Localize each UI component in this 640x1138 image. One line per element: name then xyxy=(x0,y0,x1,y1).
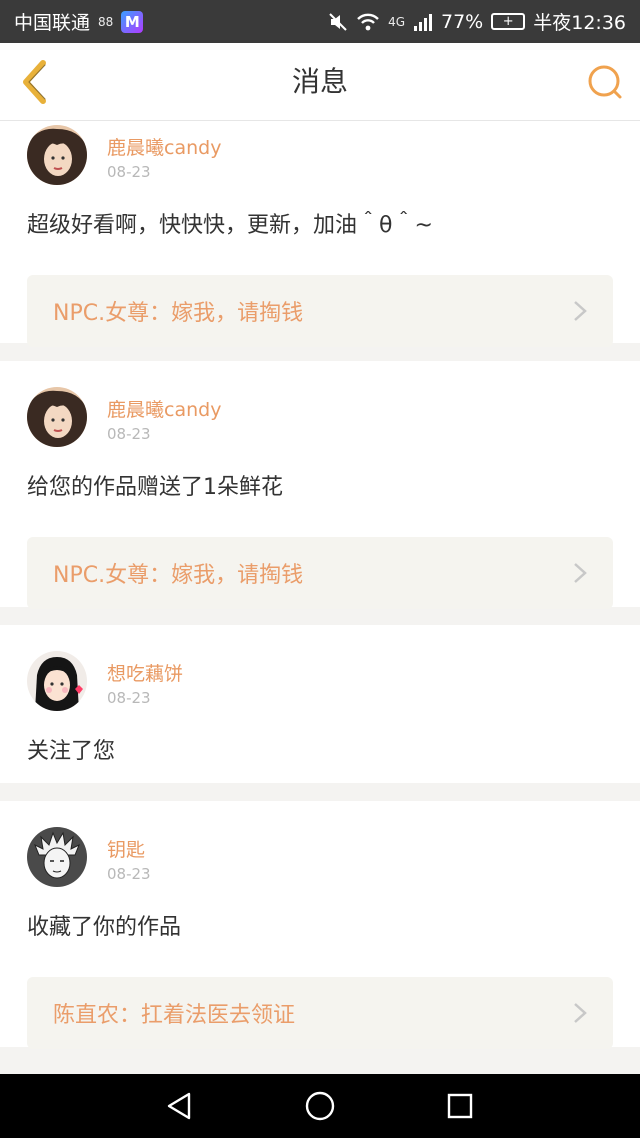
carrier-extra: 88 xyxy=(98,14,114,29)
chevron-right-icon xyxy=(574,563,587,583)
message-feed[interactable]: 鹿晨曦candy 08-23 超级好看啊，快快快，更新，加油＾θ＾~ NPC.女… xyxy=(0,121,640,1074)
avatar[interactable] xyxy=(27,651,87,711)
notification-card: 想吃藕饼 08-23 关注了您 xyxy=(0,625,640,783)
timestamp: 08-23 xyxy=(107,163,151,181)
signal-icon xyxy=(414,13,432,31)
circle-home-icon xyxy=(305,1091,335,1121)
message-text: 给您的作品赠送了1朵鲜花 xyxy=(27,475,283,500)
chevron-right-icon xyxy=(574,1003,587,1023)
chevron-left-icon xyxy=(23,60,46,104)
status-bar: 中国联通 88 M 4G 77% + 半夜12:36 xyxy=(0,0,640,43)
mute-icon xyxy=(329,12,347,31)
message-text: 关注了您 xyxy=(27,739,116,764)
message-text: 超级好看啊，快快快，更新，加油＾θ＾~ xyxy=(27,213,433,238)
square-recent-icon xyxy=(447,1093,473,1119)
clock: 半夜12:36 xyxy=(533,12,626,34)
work-link[interactable]: NPC.女尊：嫁我，请掏钱 xyxy=(27,537,613,609)
avatar[interactable] xyxy=(27,387,87,447)
timestamp: 08-23 xyxy=(107,425,151,443)
page-title: 消息 xyxy=(291,65,348,98)
timestamp: 08-23 xyxy=(107,689,151,707)
username-link[interactable]: 鹿晨曦candy xyxy=(107,133,221,160)
work-title: NPC.女尊：嫁我，请掏钱 xyxy=(53,563,304,588)
timestamp: 08-23 xyxy=(107,865,151,883)
search-button[interactable] xyxy=(584,61,626,103)
app-header: 消息 xyxy=(0,43,640,121)
avatar[interactable] xyxy=(27,827,87,887)
triangle-back-icon xyxy=(167,1092,191,1120)
username-link[interactable]: 钥匙 xyxy=(107,835,145,862)
wifi-icon xyxy=(357,13,379,30)
app-badge-icon: M xyxy=(121,10,144,33)
work-title: NPC.女尊：嫁我，请掏钱 xyxy=(53,301,304,326)
system-nav-bar xyxy=(0,1074,640,1138)
username-link[interactable]: 鹿晨曦candy xyxy=(107,395,221,422)
battery-icon: + xyxy=(491,13,526,30)
nav-back-button[interactable] xyxy=(160,1086,200,1126)
work-title: 陈直农：扛着法医去领证 xyxy=(53,1003,296,1028)
notification-card: 鹿晨曦candy 08-23 超级好看啊，快快快，更新，加油＾θ＾~ NPC.女… xyxy=(0,121,640,347)
notification-card: 钥匙 08-23 收藏了你的作品 陈直农：扛着法医去领证 xyxy=(0,801,640,1049)
network-type: 4G xyxy=(388,14,405,29)
avatar[interactable] xyxy=(27,125,87,185)
nav-home-button[interactable] xyxy=(300,1086,340,1126)
chevron-right-icon xyxy=(574,301,587,321)
search-icon xyxy=(588,65,622,99)
username-link[interactable]: 想吃藕饼 xyxy=(107,659,183,686)
message-text: 收藏了你的作品 xyxy=(27,915,182,940)
work-link[interactable]: NPC.女尊：嫁我，请掏钱 xyxy=(27,275,613,347)
back-button[interactable] xyxy=(12,57,56,107)
work-link[interactable]: 陈直农：扛着法医去领证 xyxy=(27,977,613,1049)
notification-card: 鹿晨曦candy 08-23 给您的作品赠送了1朵鲜花 NPC.女尊：嫁我，请掏… xyxy=(0,361,640,609)
carrier-label: 中国联通 xyxy=(14,12,91,34)
nav-recent-button[interactable] xyxy=(440,1086,480,1126)
battery-percent: 77% xyxy=(441,10,484,33)
